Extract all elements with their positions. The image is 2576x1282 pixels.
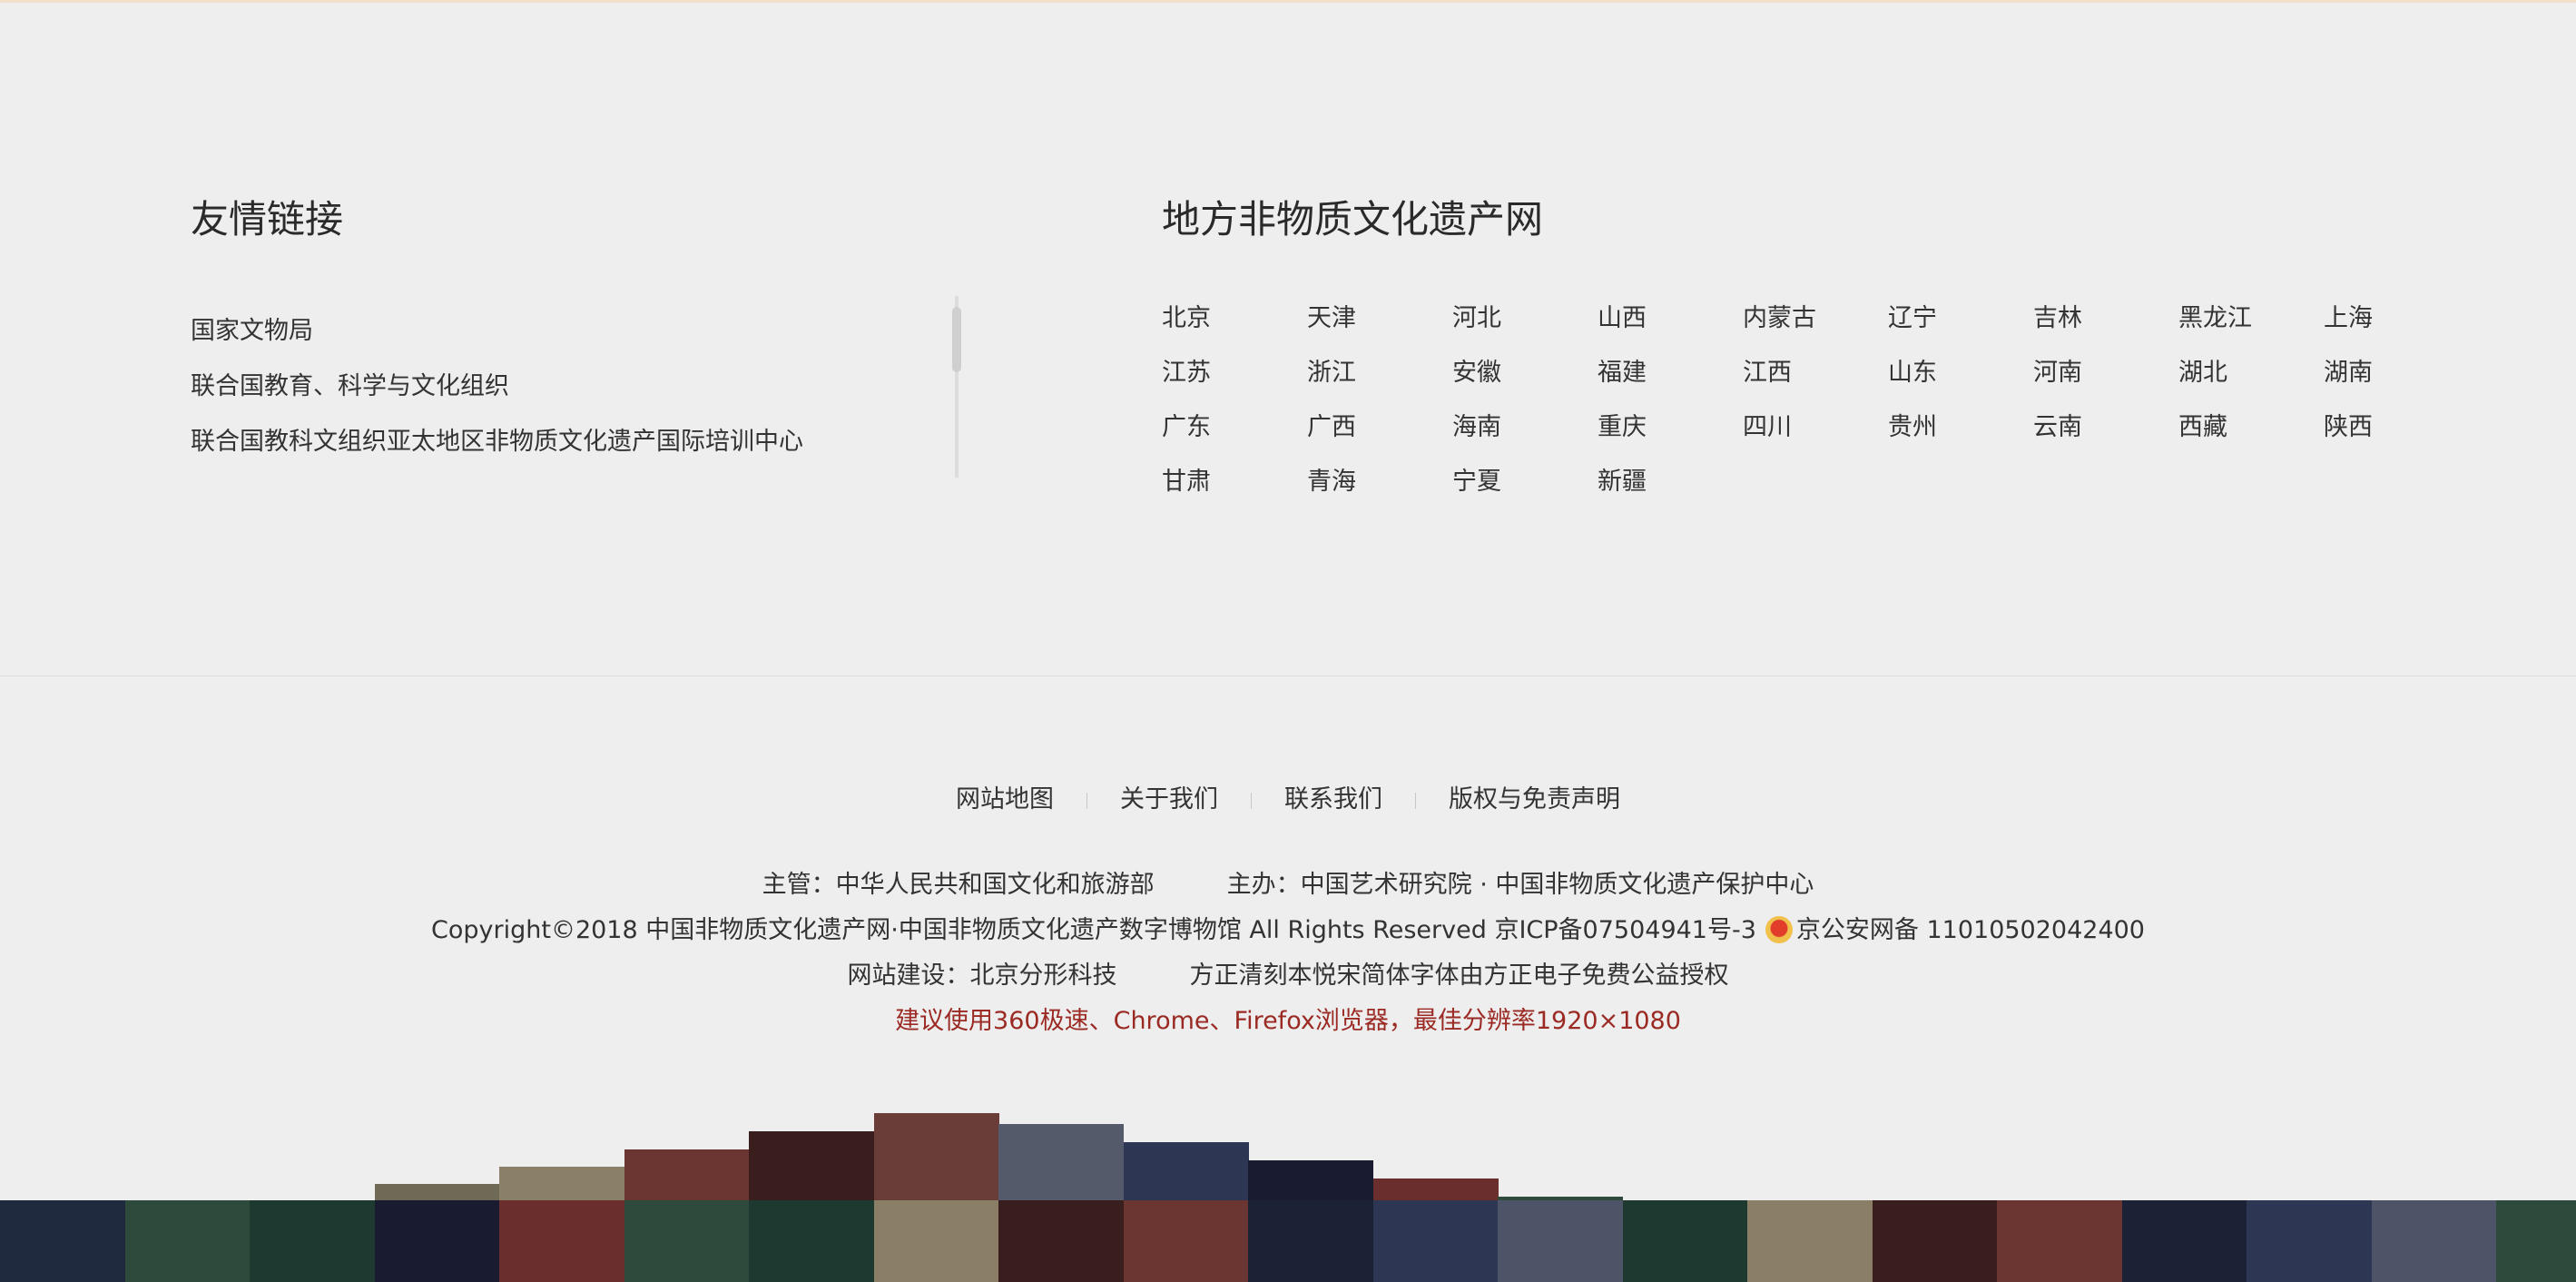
province-link[interactable]: 湖南 — [2324, 354, 2373, 392]
decor-bar — [250, 1200, 375, 1282]
province-link[interactable]: 广东 — [1162, 409, 1211, 447]
province-link[interactable]: 上海 — [2324, 300, 2373, 338]
footer-page: 友情链接 国家文物局 联合国教育、科学与文化组织 联合国教科文组织亚太地区非物质… — [0, 0, 2576, 1282]
decor-bar-base — [1124, 1200, 1249, 1282]
nav-separator — [1415, 792, 1416, 809]
decor-bar-base — [499, 1200, 624, 1282]
font-license-text: 方正清刻本悦宋简体字体由方正电子免费公益授权 — [1189, 962, 1729, 990]
decor-bar — [499, 1167, 624, 1282]
decor-bar — [1124, 1142, 1249, 1282]
supervisor-text: 主管：中华人民共和国文化和旅游部 — [762, 871, 1155, 899]
decor-bar — [2496, 1200, 2576, 1282]
province-link[interactable]: 贵州 — [1888, 409, 1937, 447]
builder-line: 网站建设：北京分形科技 方正清刻本悦宋简体字体由方正电子免费公益授权 — [0, 958, 2576, 994]
decor-bar — [1373, 1178, 1499, 1282]
decor-bar — [2372, 1200, 2497, 1282]
province-link[interactable]: 湖北 — [2178, 354, 2227, 392]
province-link[interactable]: 安徽 — [1452, 354, 1501, 392]
decor-bar-base — [998, 1200, 1124, 1282]
decor-bar-base — [1373, 1200, 1499, 1282]
decor-bar-base — [1498, 1200, 1623, 1282]
decor-bar — [1248, 1160, 1373, 1282]
province-link[interactable]: 海南 — [1452, 409, 1501, 447]
friend-link-ncha[interactable]: 国家文物局 — [191, 312, 953, 368]
nav-separator — [1251, 792, 1252, 809]
province-link[interactable]: 黑龙江 — [2178, 300, 2252, 338]
decor-bar — [2122, 1200, 2247, 1282]
province-link[interactable]: 广西 — [1307, 409, 1356, 447]
nav-sitemap[interactable]: 网站地图 — [956, 779, 1054, 814]
province-link[interactable]: 福建 — [1598, 354, 1647, 392]
province-link[interactable]: 河南 — [2033, 354, 2082, 392]
province-link[interactable]: 山西 — [1598, 300, 1647, 338]
province-link[interactable]: 江苏 — [1162, 354, 1211, 392]
province-link[interactable]: 陕西 — [2324, 409, 2373, 447]
decor-bar — [874, 1113, 999, 1282]
decor-bar — [1498, 1197, 1623, 1282]
decor-bar — [998, 1124, 1124, 1282]
copyright-text[interactable]: Copyright©2018 中国非物质文化遗产网·中国非物质文化遗产数字博物馆… — [431, 916, 1756, 944]
province-link[interactable]: 吉林 — [2033, 300, 2082, 338]
friend-link-crihap[interactable]: 联合国教科文组织亚太地区非物质文化遗产国际培训中心 — [191, 423, 953, 478]
decor-bar-base — [375, 1200, 500, 1282]
province-link[interactable]: 北京 — [1162, 300, 1211, 338]
province-link[interactable]: 内蒙古 — [1743, 300, 1816, 338]
sponsor-text: 主办：中国艺术研究院 · 中国非物质文化遗产保护中心 — [1226, 871, 1814, 899]
decor-bar — [749, 1131, 874, 1282]
regional-sites-title: 地方非物质文化遗产网 — [1162, 197, 1544, 242]
police-record-text[interactable]: 京公安网备 11010502042400 — [1796, 916, 2145, 944]
province-link[interactable]: 辽宁 — [1888, 300, 1937, 338]
decor-bar-base — [624, 1200, 750, 1282]
province-link[interactable]: 青海 — [1307, 463, 1356, 501]
friend-link-unesco[interactable]: 联合国教育、科学与文化组织 — [191, 368, 953, 423]
nav-contact-us[interactable]: 联系我们 — [1284, 779, 1382, 814]
decor-bar — [0, 1200, 125, 1282]
decor-bar — [1873, 1200, 1998, 1282]
copyright-line: Copyright©2018 中国非物质文化遗产网·中国非物质文化遗产数字博物馆… — [0, 912, 2576, 949]
province-link[interactable]: 浙江 — [1307, 354, 1356, 392]
builder-text: 网站建设：北京分形科技 — [847, 962, 1117, 990]
province-link[interactable]: 江西 — [1743, 354, 1792, 392]
decor-bar — [1997, 1200, 2122, 1282]
friend-links-list: 国家文物局 联合国教育、科学与文化组织 联合国教科文组织亚太地区非物质文化遗产国… — [191, 312, 953, 478]
province-link[interactable]: 天津 — [1307, 300, 1356, 338]
province-link[interactable]: 云南 — [2033, 409, 2082, 447]
decor-bar-base — [874, 1200, 999, 1282]
province-link[interactable]: 宁夏 — [1452, 463, 1501, 501]
scrollbar-thumb[interactable] — [952, 307, 961, 372]
province-link[interactable]: 新疆 — [1598, 463, 1647, 501]
province-link[interactable]: 山东 — [1888, 354, 1937, 392]
province-link[interactable]: 重庆 — [1598, 409, 1647, 447]
nav-copyright-disclaimer[interactable]: 版权与免责声明 — [1449, 779, 1620, 814]
decor-bar — [375, 1184, 500, 1282]
decor-bar — [2247, 1200, 2372, 1282]
organizer-line: 主管：中华人民共和国文化和旅游部 主办：中国艺术研究院 · 中国非物质文化遗产保护… — [0, 867, 2576, 903]
decor-bar — [624, 1149, 750, 1282]
friend-links-scrollbar[interactable] — [952, 296, 961, 478]
nav-about-us[interactable]: 关于我们 — [1120, 779, 1218, 814]
police-badge-icon — [1765, 916, 1793, 943]
province-link[interactable]: 西藏 — [2178, 409, 2227, 447]
decor-bar-base — [749, 1200, 874, 1282]
footer-nav: 网站地图 关于我们 联系我们 版权与免责声明 — [0, 779, 2576, 814]
nav-separator — [1086, 792, 1087, 809]
top-accent-line — [0, 0, 2576, 3]
decor-bar-base — [1248, 1200, 1373, 1282]
friend-links-title: 友情链接 — [191, 197, 344, 242]
province-link[interactable]: 河北 — [1452, 300, 1501, 338]
browser-notice: 建议使用360极速、Chrome、Firefox浏览器，最佳分辨率1920×10… — [895, 1007, 1681, 1035]
decor-bar — [1623, 1200, 1748, 1282]
province-link[interactable]: 四川 — [1743, 409, 1792, 447]
decor-bar — [125, 1200, 251, 1282]
province-link[interactable]: 甘肃 — [1162, 463, 1211, 501]
decor-bar — [1747, 1200, 1873, 1282]
